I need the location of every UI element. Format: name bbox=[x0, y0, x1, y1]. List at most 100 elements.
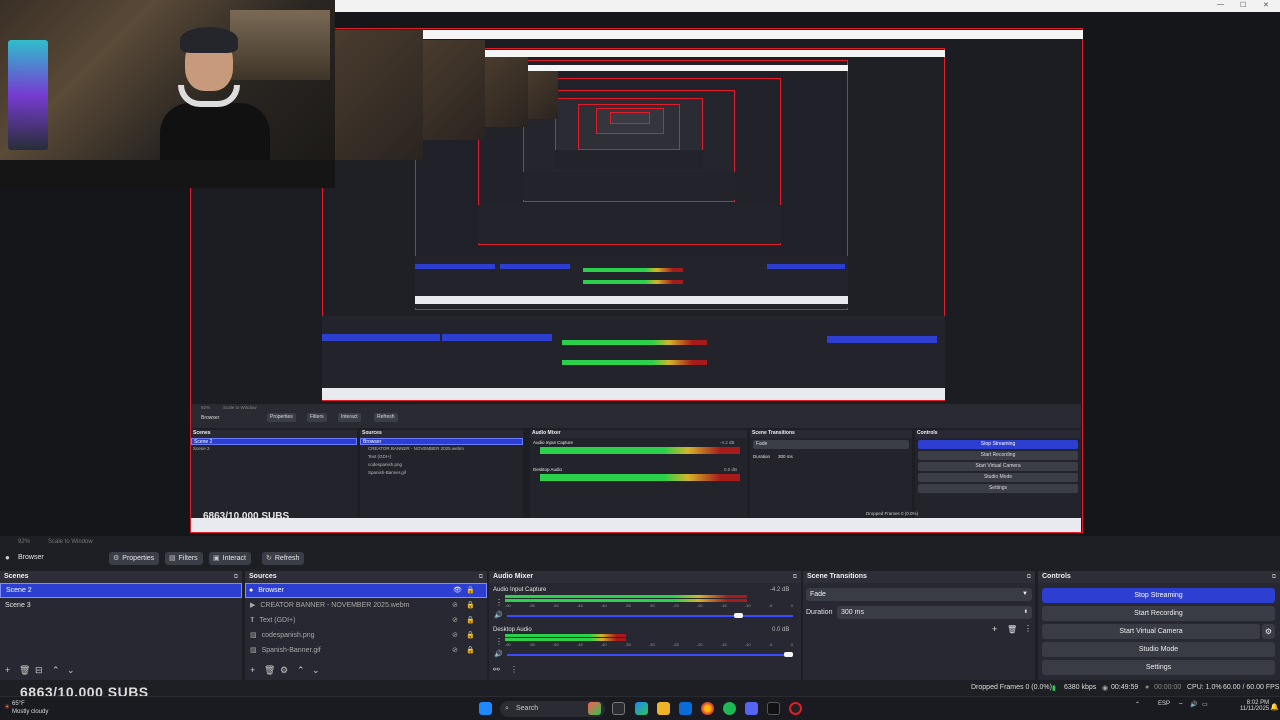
speaker-icon[interactable]: 🔊 bbox=[494, 611, 503, 619]
wifi-icon[interactable]: ⌔ bbox=[1178, 701, 1184, 709]
studio-mode-button[interactable]: Studio Mode bbox=[1042, 642, 1275, 657]
trash-icon[interactable]: 🗑 bbox=[264, 665, 275, 676]
weather-widget[interactable]: 65°F Mostly cloudy bbox=[12, 700, 48, 716]
source-item-label: Text (GDI+) bbox=[259, 617, 296, 624]
start-recording-button[interactable]: Start Recording bbox=[1042, 606, 1275, 621]
properties-button[interactable]: ⚙ Properties bbox=[109, 552, 160, 565]
settings-button[interactable]: Settings bbox=[1042, 660, 1275, 675]
scale-mode-select[interactable]: Scale to Window bbox=[48, 539, 93, 545]
inner-transitions-dock: Scene Transitions Fade Duration 300 ms bbox=[750, 430, 912, 520]
app-icon[interactable] bbox=[767, 702, 780, 715]
mixer-channel-db: 0.0 dB bbox=[772, 627, 790, 633]
more-options-icon[interactable]: ⋮ bbox=[1024, 624, 1032, 633]
clock[interactable]: 8:02 PM 11/11/2025 bbox=[1240, 700, 1269, 712]
controls-title: Controls bbox=[1042, 573, 1071, 580]
recursive-obs-ui-1 bbox=[322, 316, 945, 400]
volume-knob[interactable] bbox=[784, 652, 793, 657]
undock-icon[interactable]: ⧉ bbox=[793, 571, 797, 583]
source-item[interactable]: ● Browser 👁 🔒 bbox=[245, 583, 487, 598]
recursive-webcam-3 bbox=[485, 57, 528, 127]
more-options-icon[interactable]: ⋮ bbox=[495, 598, 503, 607]
audio-mixer-dock: Audio Mixer ⧉ Audio Input Capture -4.2 dB… bbox=[489, 571, 801, 680]
lock-icon[interactable]: 🔒 bbox=[466, 643, 475, 658]
notification-icon[interactable]: 🔔 bbox=[1270, 703, 1279, 711]
chevron-up-icon[interactable]: ⌃ bbox=[52, 665, 60, 676]
more-options-icon[interactable]: ⋮ bbox=[495, 637, 503, 646]
refresh-button[interactable]: ↻ Refresh bbox=[262, 552, 305, 565]
source-item[interactable]: ▨ codespanish.png ⊘ 🔒 bbox=[245, 628, 487, 643]
undock-icon[interactable]: ⧉ bbox=[479, 571, 483, 583]
stepper-icon: ⬍ bbox=[1023, 609, 1028, 615]
eye-slash-icon[interactable]: ⊘ bbox=[452, 613, 458, 628]
battery-icon[interactable]: ▭ bbox=[1202, 701, 1208, 708]
stop-streaming-button[interactable]: Stop Streaming bbox=[1042, 588, 1275, 603]
eye-icon[interactable]: 👁 bbox=[453, 584, 462, 597]
eye-slash-icon[interactable]: ⊘ bbox=[452, 598, 458, 613]
minimize-icon: — bbox=[1217, 1, 1224, 8]
volume-icon[interactable]: 🔊 bbox=[1190, 701, 1197, 708]
meter-scale: -60 -55 -50 -45 -40 -35 -30 -25 -20 -15 -10 -5 0 bbox=[505, 642, 793, 647]
signal-icon: ▮ bbox=[1052, 685, 1056, 692]
meter-scale-tick: 0 bbox=[790, 603, 793, 608]
eye-slash-icon[interactable]: ⊘ bbox=[452, 643, 458, 658]
windows-start-icon[interactable] bbox=[479, 702, 492, 715]
add-icon[interactable]: + bbox=[250, 665, 255, 675]
store-icon[interactable] bbox=[679, 702, 692, 715]
record-time: 00:00:00 bbox=[1154, 684, 1182, 691]
file-explorer-icon[interactable] bbox=[657, 702, 670, 715]
volume-knob[interactable] bbox=[734, 613, 744, 618]
lock-icon[interactable]: 🔒 bbox=[466, 584, 475, 597]
filters-button[interactable]: ▤ Filters bbox=[165, 552, 203, 565]
speaker-icon[interactable]: 🔊 bbox=[494, 650, 503, 658]
eye-slash-icon[interactable]: ⊘ bbox=[452, 628, 458, 643]
scene-item[interactable]: Scene 3 bbox=[0, 598, 242, 613]
gear-icon[interactable]: ⚙ bbox=[280, 665, 288, 676]
selected-source-name: Browser bbox=[18, 554, 44, 561]
language-indicator[interactable]: ESP bbox=[1158, 701, 1170, 707]
undock-icon[interactable]: ⧉ bbox=[1272, 571, 1276, 583]
lock-icon[interactable]: 🔒 bbox=[466, 628, 475, 643]
meter-scale-tick: -50 bbox=[552, 603, 559, 608]
chevron-down-icon[interactable]: ⌄ bbox=[67, 665, 75, 676]
chevron-down-icon[interactable]: ⌄ bbox=[312, 665, 320, 676]
undock-icon[interactable]: ⧉ bbox=[1027, 571, 1031, 583]
scene-item[interactable]: Scene 2 bbox=[0, 583, 242, 598]
interact-icon: ▣ bbox=[213, 555, 220, 562]
zoom-level[interactable]: 92% bbox=[18, 539, 30, 545]
inner-start-virtual-camera: Start Virtual Camera bbox=[918, 462, 1078, 471]
transition-select[interactable]: Fade ▼ bbox=[806, 588, 1032, 601]
add-icon[interactable]: + bbox=[5, 665, 10, 675]
chrome-icon[interactable] bbox=[701, 702, 714, 715]
source-item[interactable]: ▨ Spanish-Banner.gif ⊘ 🔒 bbox=[245, 643, 487, 658]
link-icon[interactable]: ⚯ bbox=[493, 665, 500, 674]
trash-icon[interactable]: 🗑 bbox=[19, 665, 30, 676]
edge-icon[interactable] bbox=[635, 702, 648, 715]
undock-icon[interactable]: ⧉ bbox=[234, 571, 238, 583]
play-icon: ▶ bbox=[250, 602, 256, 609]
lock-icon[interactable]: 🔒 bbox=[466, 598, 475, 613]
source-item[interactable]: 𝐓 Text (GDI+) ⊘ 🔒 bbox=[245, 613, 487, 628]
discord-icon[interactable] bbox=[745, 702, 758, 715]
trash-icon[interactable]: 🗑 bbox=[1007, 625, 1017, 634]
interact-button[interactable]: ▣ Interact bbox=[209, 552, 251, 565]
preview-canvas[interactable]: — ☐ ✕ 92% Scale to Window Browser Proper… bbox=[0, 0, 1280, 536]
app-icon[interactable] bbox=[588, 702, 601, 715]
source-item[interactable]: ▶ CREATOR BANNER - NOVEMBER 2025.webm ⊘ … bbox=[245, 598, 487, 613]
volume-slider[interactable] bbox=[507, 652, 793, 657]
tray-chevron-icon[interactable]: ⌃ bbox=[1135, 701, 1140, 708]
chevron-up-icon[interactable]: ⌃ bbox=[297, 665, 305, 676]
obs-icon[interactable] bbox=[789, 702, 802, 715]
more-options-icon[interactable]: ⋮ bbox=[510, 665, 518, 674]
inner-filters-button: Filters bbox=[307, 413, 327, 422]
lock-icon[interactable]: 🔒 bbox=[466, 613, 475, 628]
start-virtual-camera-button[interactable]: Start Virtual Camera bbox=[1042, 624, 1260, 639]
duration-input[interactable]: 300 ms ⬍ bbox=[837, 606, 1032, 619]
spotify-icon[interactable] bbox=[723, 702, 736, 715]
filter-icon[interactable]: ⊟ bbox=[35, 665, 43, 676]
recursive-scene-selected bbox=[415, 264, 495, 269]
task-view-icon[interactable] bbox=[612, 702, 625, 715]
add-icon[interactable]: + bbox=[992, 624, 997, 634]
sources-title: Sources bbox=[249, 573, 277, 580]
gear-icon[interactable]: ⚙ bbox=[1262, 624, 1275, 639]
volume-slider[interactable] bbox=[507, 613, 793, 618]
